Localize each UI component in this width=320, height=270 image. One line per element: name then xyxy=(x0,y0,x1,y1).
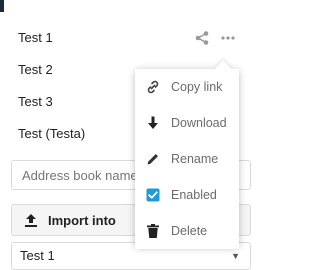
more-options-icon[interactable] xyxy=(220,30,236,46)
address-book-name: Test 1 xyxy=(18,30,53,45)
import-target-value: Test 1 xyxy=(20,248,55,263)
upload-icon xyxy=(24,213,38,227)
address-book-name: Test (Testa) xyxy=(18,126,86,141)
menu-item-rename[interactable]: Rename xyxy=(135,141,239,177)
item-actions xyxy=(194,22,236,54)
menu-label: Copy link xyxy=(171,80,223,94)
share-icon[interactable] xyxy=(194,30,210,46)
checkbox-checked-icon[interactable] xyxy=(135,188,171,202)
download-icon xyxy=(135,115,171,131)
import-label: Import into xyxy=(48,212,116,228)
pencil-icon xyxy=(135,151,171,167)
menu-label: Download xyxy=(171,116,227,130)
address-book-name: Test 3 xyxy=(18,94,53,109)
address-book-name: Test 2 xyxy=(18,62,53,77)
link-icon xyxy=(135,79,171,95)
menu-label: Enabled xyxy=(171,188,217,202)
top-bar xyxy=(0,0,265,16)
address-book-actions-menu: Copy link Download Rename Enabled Delete xyxy=(135,60,239,249)
menu-item-enabled[interactable]: Enabled xyxy=(135,177,239,213)
menu-item-copy-link[interactable]: Copy link xyxy=(135,69,239,105)
menu-item-download[interactable]: Download xyxy=(135,105,239,141)
header-edge xyxy=(0,0,4,12)
trash-icon xyxy=(135,223,171,239)
menu-item-delete[interactable]: Delete xyxy=(135,213,239,249)
menu-label: Rename xyxy=(171,152,219,166)
address-book-item[interactable]: Test 1 xyxy=(0,22,250,54)
menu-label: Delete xyxy=(171,224,208,238)
